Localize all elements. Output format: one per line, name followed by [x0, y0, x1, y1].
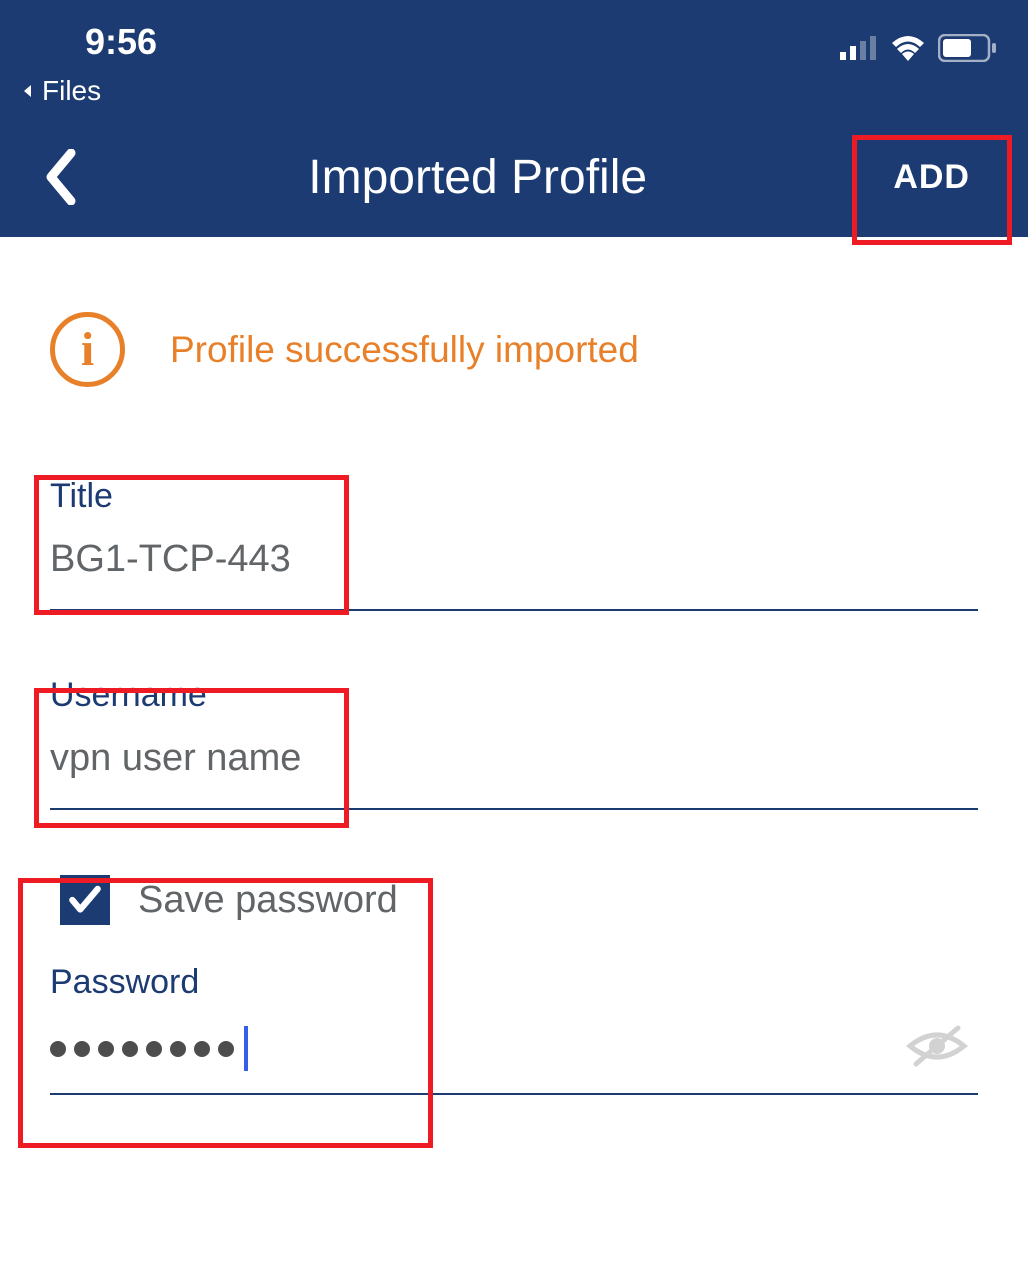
checkmark-icon — [66, 881, 104, 919]
info-message: Profile successfully imported — [170, 329, 639, 371]
password-mask-dot — [98, 1041, 114, 1057]
password-mask-dot — [170, 1041, 186, 1057]
username-input[interactable]: vpn user name — [50, 737, 978, 810]
password-input-row[interactable] — [50, 1024, 978, 1095]
title-label: Title — [50, 477, 978, 516]
add-button[interactable]: ADD — [865, 140, 998, 215]
password-mask-dot — [194, 1041, 210, 1057]
chevron-left-icon — [43, 149, 77, 205]
title-field-group: Title BG1-TCP-443 — [50, 477, 978, 611]
save-password-row[interactable]: Save password — [50, 875, 978, 925]
password-mask-dot — [146, 1041, 162, 1057]
cellular-icon — [840, 36, 878, 60]
nav-bar: Imported Profile ADD — [0, 117, 1028, 237]
username-label: Username — [50, 676, 978, 715]
status-time: 9:56 — [30, 13, 157, 63]
text-cursor — [244, 1026, 248, 1071]
password-label: Password — [50, 963, 978, 1002]
username-field-group: Username vpn user name — [50, 676, 978, 810]
eye-off-icon — [906, 1024, 968, 1068]
wifi-icon — [890, 35, 926, 61]
title-input[interactable]: BG1-TCP-443 — [50, 538, 978, 611]
status-bar: 9:56 — [0, 0, 1028, 75]
info-banner: i Profile successfully imported — [50, 312, 978, 387]
password-mask-dot — [218, 1041, 234, 1057]
save-password-checkbox[interactable] — [60, 875, 110, 925]
content-area: i Profile successfully imported Title BG… — [0, 237, 1028, 1095]
back-app-label: Files — [42, 75, 101, 107]
password-mask-dot — [74, 1041, 90, 1057]
password-input[interactable] — [50, 1026, 248, 1071]
save-password-label: Save password — [138, 879, 398, 922]
page-title: Imported Profile — [90, 150, 865, 205]
password-mask-dot — [50, 1041, 66, 1057]
info-icon: i — [50, 312, 125, 387]
password-mask-dot — [122, 1041, 138, 1057]
status-icons — [840, 14, 998, 62]
back-button[interactable] — [30, 147, 90, 207]
back-triangle-icon — [20, 83, 36, 99]
battery-icon — [938, 34, 998, 62]
back-to-files[interactable]: Files — [0, 75, 1028, 117]
password-section: Save password Password — [50, 875, 978, 1095]
toggle-password-visibility[interactable] — [906, 1024, 978, 1073]
